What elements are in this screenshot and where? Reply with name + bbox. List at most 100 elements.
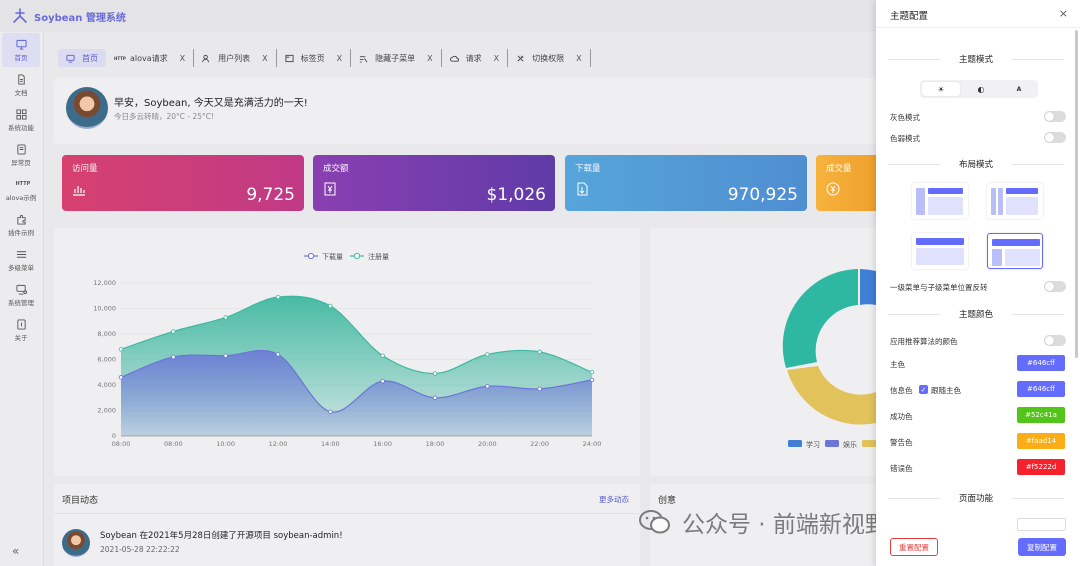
data-point[interactable] xyxy=(485,352,490,357)
data-point[interactable] xyxy=(380,353,385,358)
bar-chart-icon xyxy=(73,186,85,196)
error-color-picker[interactable]: #f5222d xyxy=(1017,459,1065,475)
data-point[interactable] xyxy=(537,349,542,355)
data-point[interactable] xyxy=(223,353,228,358)
donut-segment-yellow xyxy=(787,366,876,425)
follow-primary-label: 跟随主色 xyxy=(931,386,961,395)
tab-close-icon[interactable]: X xyxy=(180,54,185,63)
sidebar-item-home[interactable]: 首页 xyxy=(2,33,40,67)
data-point[interactable] xyxy=(432,371,438,376)
sidebar-item-system-manage[interactable]: 系统管理 xyxy=(0,278,42,312)
users-icon xyxy=(202,54,210,62)
data-point[interactable] xyxy=(118,375,124,380)
tab-home[interactable]: 首页 xyxy=(58,49,106,67)
x-tick-label: 14:00 xyxy=(321,440,340,448)
sidebar-item-system-function[interactable]: 系统功能 xyxy=(0,103,42,137)
data-point[interactable] xyxy=(171,354,176,360)
success-color-picker[interactable]: #52c41a xyxy=(1017,407,1065,423)
data-point[interactable] xyxy=(589,370,595,375)
x-tick-label: 24:00 xyxy=(583,440,602,448)
data-point[interactable] xyxy=(275,352,281,357)
recommend-color-label: 应用推荐算法的颜色 xyxy=(890,337,958,346)
tab-close-icon[interactable]: X xyxy=(427,54,432,63)
close-icon[interactable]: × xyxy=(1059,7,1068,20)
sidebar-item-exception[interactable]: 异常页 xyxy=(0,138,42,172)
tab-close-icon[interactable]: X xyxy=(337,54,342,63)
warning-color-picker[interactable]: #faad14 xyxy=(1017,433,1065,449)
activity-avatar xyxy=(62,529,90,557)
y-tick-label: 10,000 xyxy=(93,305,116,313)
tab-label: 隐藏子菜单 xyxy=(375,53,416,63)
plugin-icon xyxy=(16,214,26,225)
follow-primary-checkbox[interactable]: ✓ xyxy=(919,385,928,394)
recommend-color-switch[interactable] xyxy=(1044,335,1066,346)
more-activity-link[interactable]: 更多动态 xyxy=(599,494,629,505)
x-tick-label: 22:00 xyxy=(530,440,549,448)
tab-label: 标签页 xyxy=(300,53,325,63)
app: Soybean 管理系统 首页 文档 系统功能 异常页 HTTP alova示例… xyxy=(0,0,1080,566)
sidebar: 首页 文档 系统功能 异常页 HTTP alova示例 插件示例 多级菜单 系统 xyxy=(0,32,44,566)
sidebar-item-multi-menu[interactable]: 多级菜单 xyxy=(0,243,42,277)
menu-reverse-label: 一级菜单与子级菜单位置反转 xyxy=(890,283,988,292)
layout-vertical-option[interactable] xyxy=(912,183,968,219)
tab-alova[interactable]: HTTP alova请求 X xyxy=(106,49,195,67)
primary-color-label: 主色 xyxy=(890,360,905,369)
tab-request[interactable]: 请求 X xyxy=(442,49,509,67)
tab-close-icon[interactable]: X xyxy=(576,54,581,63)
tab-switch-permission[interactable]: 切换权限 X xyxy=(508,49,591,67)
stat-label: 成交额 xyxy=(323,164,349,174)
primary-color-picker[interactable]: #646cff xyxy=(1017,355,1065,371)
layout-vertical-mix-option[interactable] xyxy=(987,183,1043,219)
activity-divider xyxy=(54,513,640,514)
settings-monitor-icon xyxy=(15,284,27,295)
sidebar-item-docs[interactable]: 文档 xyxy=(0,68,42,102)
sidebar-item-about[interactable]: 关于 xyxy=(0,313,42,347)
data-point[interactable] xyxy=(380,378,385,384)
sidebar-item-label: alova示例 xyxy=(5,193,37,202)
layout-horizontal-mix-option[interactable] xyxy=(987,233,1043,269)
y-tick-label: 12,000 xyxy=(93,279,116,287)
data-point[interactable] xyxy=(485,384,490,389)
layout-horizontal-option[interactable] xyxy=(912,233,968,269)
data-point[interactable] xyxy=(537,386,542,392)
tab-label: 用户列表 xyxy=(218,53,251,63)
menu-reverse-switch[interactable] xyxy=(1044,281,1066,292)
y-tick-label: 2,000 xyxy=(97,407,116,415)
data-point[interactable] xyxy=(118,347,124,352)
drawer-scrollbar[interactable] xyxy=(1075,30,1078,358)
tab-bar: 首页 HTTP alova请求 X 用户列表 X 标签页 X 隐藏子菜单 X 请… xyxy=(44,48,876,68)
app-title: Soybean 管理系统 xyxy=(34,12,126,24)
info-color-picker[interactable]: #646cff xyxy=(1017,381,1065,397)
sidebar-item-alova[interactable]: HTTP alova示例 xyxy=(0,173,42,207)
data-point[interactable] xyxy=(589,377,595,383)
tab-user-list[interactable]: 用户列表 X xyxy=(194,49,277,67)
legend-marker[interactable] xyxy=(307,252,315,260)
auto-mode-icon[interactable]: A xyxy=(1000,80,1038,98)
monitor-icon xyxy=(15,39,27,50)
moon-icon[interactable]: ◐ xyxy=(962,80,1000,98)
data-point[interactable] xyxy=(328,303,333,309)
data-point[interactable] xyxy=(223,315,228,320)
theme-mode-segmented: ☀ ◐ A xyxy=(920,80,1038,98)
sun-icon[interactable]: ☀ xyxy=(922,82,960,96)
tab-tabs-page[interactable]: 标签页 X xyxy=(277,49,352,67)
tab-close-icon[interactable]: X xyxy=(494,54,499,63)
data-point[interactable] xyxy=(275,294,281,300)
tab-close-icon[interactable]: X xyxy=(262,54,267,63)
sidebar-item-plugin[interactable]: 插件示例 xyxy=(0,208,42,242)
currency-circle-icon xyxy=(826,182,840,196)
data-point[interactable] xyxy=(328,409,333,414)
legend-label-entertainment: 娱乐 xyxy=(843,440,857,449)
legend-marker[interactable] xyxy=(353,252,361,260)
data-point[interactable] xyxy=(432,395,438,400)
data-point[interactable] xyxy=(171,329,176,334)
page-func-select[interactable] xyxy=(1017,518,1066,531)
collapse-sidebar-button[interactable]: « xyxy=(12,544,19,558)
stat-card-turnover: 成交额 $1,026 xyxy=(313,155,555,211)
tab-hidden-submenu[interactable]: 隐藏子菜单 X xyxy=(351,49,442,67)
color-weak-switch[interactable] xyxy=(1044,132,1066,143)
sidebar-item-label: 多级菜单 xyxy=(8,263,34,272)
gray-mode-switch[interactable] xyxy=(1044,111,1066,122)
copy-config-button[interactable]: 复制配置 xyxy=(1018,538,1066,556)
reset-config-button[interactable]: 重置配置 xyxy=(890,538,938,556)
